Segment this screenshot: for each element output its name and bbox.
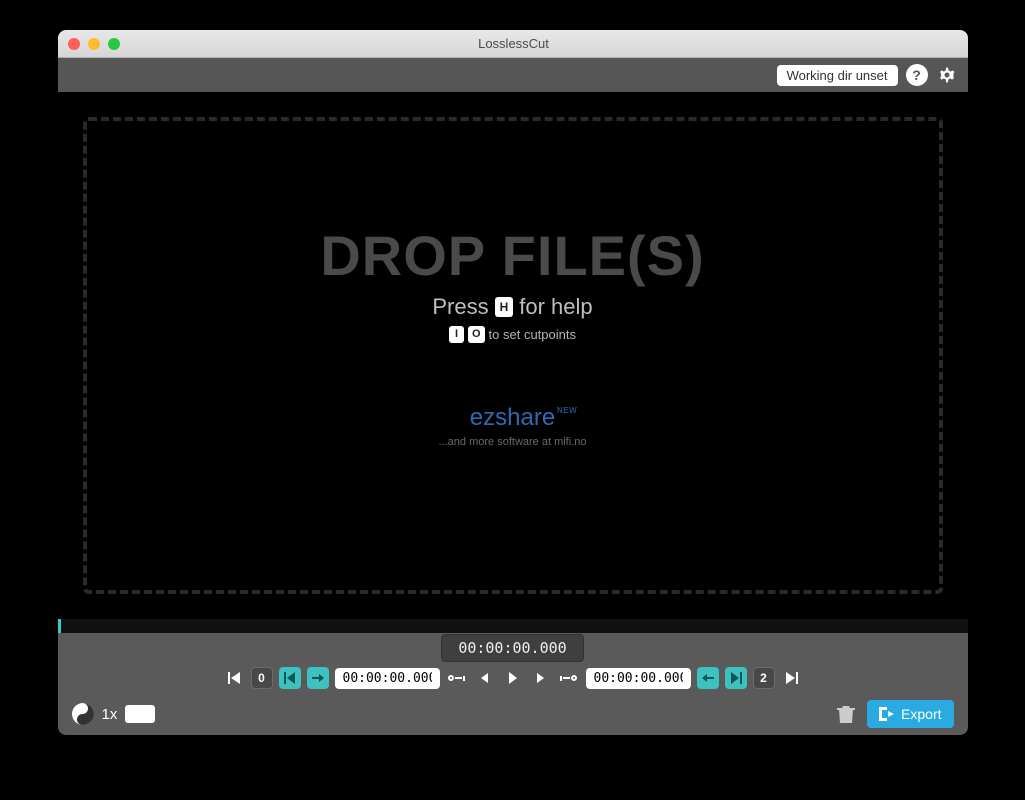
delete-button[interactable]	[837, 704, 855, 724]
dropzone-title: DROP FILE(S)	[320, 223, 704, 288]
key-left-icon	[448, 675, 465, 681]
skip-start-icon	[228, 672, 240, 684]
skip-end-icon	[786, 672, 798, 684]
step-forward-icon	[537, 673, 544, 683]
settings-button[interactable]	[936, 64, 958, 86]
play-icon	[509, 672, 517, 684]
top-toolbar: Working dir unset ?	[58, 58, 968, 92]
promo-subtitle: ...and more software at mifi.no	[439, 436, 587, 448]
hand-left-icon	[311, 672, 325, 684]
app-window: LosslessCut Working dir unset ? DROP FIL…	[58, 30, 968, 735]
gear-icon	[937, 65, 957, 85]
start-time-input[interactable]	[335, 668, 440, 689]
skip-start-button[interactable]	[223, 667, 245, 689]
playback-speed: 1x	[102, 706, 118, 723]
kbd-h: H	[495, 297, 514, 317]
step-back-button[interactable]	[474, 667, 496, 689]
end-time-input[interactable]	[586, 668, 691, 689]
export-icon	[879, 707, 895, 721]
promo-link[interactable]: ezshare NEW	[470, 404, 555, 432]
next-keyframe-icon	[730, 672, 742, 684]
skip-end-button[interactable]	[781, 667, 803, 689]
jump-start-button[interactable]	[446, 667, 468, 689]
bottom-right-group: Export	[837, 700, 953, 728]
timeline[interactable]	[58, 619, 968, 633]
export-label: Export	[901, 706, 941, 722]
titlebar: LosslessCut	[58, 30, 968, 58]
time-display-row: 00:00:00.000	[58, 633, 968, 663]
key-right-icon	[560, 675, 577, 681]
segment-b-button[interactable]: 2	[753, 667, 775, 689]
step-forward-button[interactable]	[530, 667, 552, 689]
promo: ezshare NEW ...and more software at mifi…	[439, 404, 587, 448]
cut-suffix: to set cutpoints	[489, 327, 576, 342]
working-dir-button[interactable]: Working dir unset	[777, 65, 898, 86]
prev-keyframe-button[interactable]	[279, 667, 301, 689]
segment-a-button[interactable]: 0	[251, 667, 273, 689]
speed-selector[interactable]	[125, 705, 155, 723]
hand-right-icon	[701, 672, 715, 684]
trash-icon	[837, 704, 855, 724]
playhead[interactable]	[58, 619, 61, 633]
step-back-icon	[481, 673, 488, 683]
promo-badge: NEW	[557, 406, 577, 415]
play-button[interactable]	[502, 667, 524, 689]
help-suffix: for help	[519, 294, 592, 320]
main-area: DROP FILE(S) Press H for help I O to set…	[58, 92, 968, 619]
current-time[interactable]: 00:00:00.000	[441, 634, 583, 662]
set-start-button[interactable]	[307, 667, 329, 689]
window-title: LosslessCut	[70, 36, 958, 51]
playback-controls: 0 2	[58, 663, 968, 693]
yinyang-button[interactable]	[72, 703, 94, 725]
dropzone[interactable]: DROP FILE(S) Press H for help I O to set…	[83, 117, 943, 594]
prev-keyframe-icon	[284, 672, 296, 684]
help-button[interactable]: ?	[906, 64, 928, 86]
cutpoint-hint: I O to set cutpoints	[449, 326, 576, 343]
help-hint: Press H for help	[432, 294, 592, 320]
jump-end-button[interactable]	[558, 667, 580, 689]
kbd-i: I	[449, 326, 464, 343]
kbd-o: O	[468, 326, 485, 343]
export-button[interactable]: Export	[867, 700, 953, 728]
set-end-button[interactable]	[697, 667, 719, 689]
next-keyframe-button[interactable]	[725, 667, 747, 689]
promo-link-text: ezshare	[470, 404, 555, 431]
bottom-left-group: 1x	[72, 703, 156, 725]
help-prefix: Press	[432, 294, 488, 320]
bottom-bar: 1x Export	[58, 693, 968, 735]
